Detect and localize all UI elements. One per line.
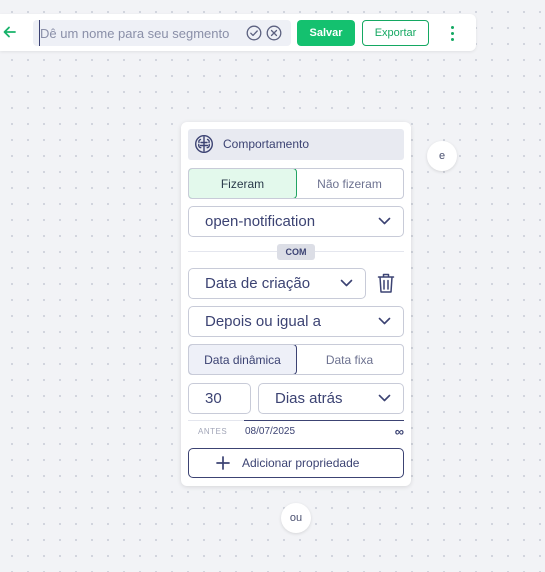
export-button[interactable]: Exportar [362, 20, 429, 46]
operator-select-value: Depois ou igual a [205, 313, 321, 330]
kebab-menu-icon[interactable] [446, 24, 458, 42]
chevron-down-icon [378, 394, 391, 402]
segment-toolbar: Salvar Exportar [0, 14, 476, 51]
card-header: Comportamento [188, 129, 404, 160]
infinity-symbol: ∞ [394, 424, 404, 439]
toggle-option-nao-fizeram[interactable]: Não fizeram [296, 169, 403, 198]
add-property-label: Adicionar propriedade [242, 456, 360, 470]
or-connector-bubble[interactable]: ou [281, 503, 311, 533]
trash-icon[interactable] [377, 272, 395, 294]
toggle-option-fizeram[interactable]: Fizeram [189, 169, 297, 198]
chevron-down-icon [378, 317, 391, 325]
property-select-value: Data de criação [205, 275, 311, 292]
and-connector-bubble[interactable]: e [427, 141, 457, 171]
connector-badge: COM [277, 244, 315, 260]
range-date: 08/07/2025 [245, 426, 296, 437]
event-select[interactable]: open-notification [188, 206, 404, 237]
unit-select[interactable]: Dias atrás [258, 383, 404, 414]
behavior-filter-card: Comportamento Fizeram Não fizeram open-n… [181, 122, 411, 486]
toggle-option-data-fixa[interactable]: Data fixa [296, 345, 403, 374]
toggle-option-data-dinamica[interactable]: Data dinâmica [189, 345, 297, 374]
action-toggle: Fizeram Não fizeram [188, 168, 404, 199]
property-select[interactable]: Data de criação [188, 268, 366, 299]
date-range-summary: ANTES 08/07/2025 ∞ [188, 420, 404, 441]
date-range-line [244, 420, 404, 421]
chevron-down-icon [378, 217, 391, 225]
connector-separator: COM [188, 243, 404, 261]
add-property-button[interactable]: Adicionar propriedade [188, 448, 404, 478]
card-title: Comportamento [223, 137, 310, 151]
plus-icon [216, 456, 230, 470]
date-mode-toggle: Data dinâmica Data fixa [188, 344, 404, 375]
check-circle-icon[interactable] [246, 25, 262, 41]
operator-select[interactable]: Depois ou igual a [188, 306, 404, 337]
clear-circle-icon[interactable] [266, 25, 282, 41]
unit-select-value: Dias atrás [275, 390, 343, 407]
segment-name-input[interactable] [39, 20, 240, 46]
brain-icon [194, 134, 214, 154]
event-select-value: open-notification [205, 213, 316, 230]
segment-name-field[interactable] [33, 20, 291, 46]
back-arrow-icon[interactable] [3, 23, 17, 41]
chevron-down-icon [340, 279, 353, 287]
save-button[interactable]: Salvar [297, 20, 355, 46]
amount-field[interactable]: 30 [188, 383, 251, 414]
range-label: ANTES [198, 427, 228, 436]
